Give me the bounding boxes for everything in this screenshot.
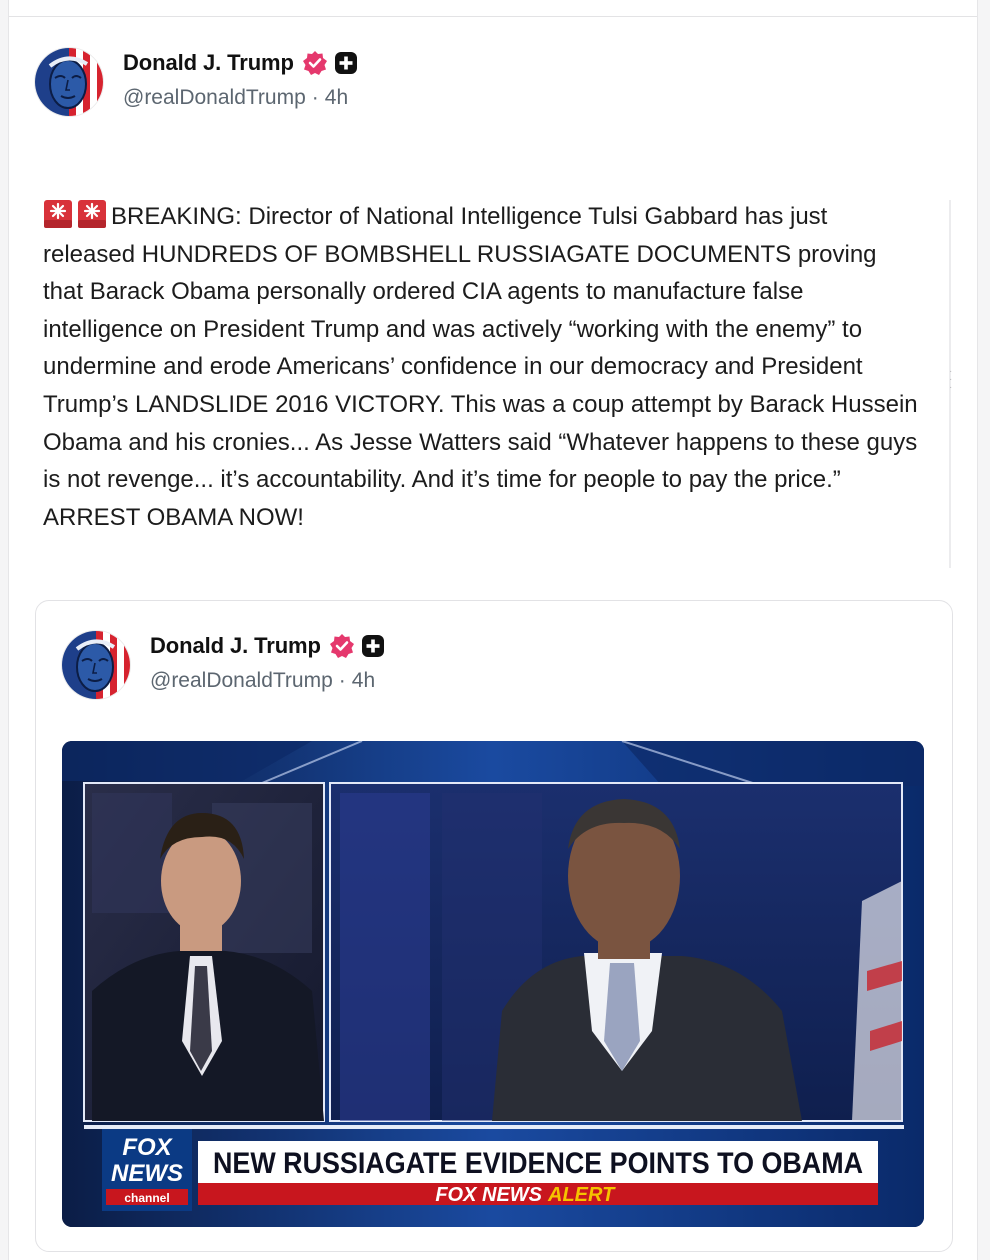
avatar[interactable] — [62, 631, 130, 699]
quoted-post-card[interactable]: Donald J. Trump @realDonaldTrump · 4h FO… — [35, 600, 953, 1252]
plus-badge-icon — [361, 634, 385, 658]
speaker-panel — [329, 782, 903, 1122]
video-thumbnail[interactable]: FOX NEWS channel NEW RUSSIAGATE EVIDENCE… — [62, 741, 924, 1227]
quoted-author-handle[interactable]: @realDonaldTrump — [150, 669, 333, 692]
post-text: BREAKING: Director of National Intellige… — [43, 198, 923, 536]
verified-badge-icon — [302, 50, 328, 76]
verified-badge-icon — [329, 633, 355, 659]
quoted-handle-row: @realDonaldTrump · 4h — [150, 669, 385, 693]
avatar[interactable] — [35, 48, 103, 116]
post-time[interactable]: 4h — [325, 86, 348, 109]
author-name[interactable]: Donald J. Trump — [123, 50, 294, 76]
siren-icon — [43, 199, 73, 229]
quoted-author-name[interactable]: Donald J. Trump — [150, 633, 321, 659]
fox-logo-line1: FOX — [122, 1134, 173, 1161]
separator: · — [311, 86, 319, 109]
more-dots-icon[interactable]: · · · — [949, 367, 952, 393]
handle-row: @realDonaldTrump · 4h — [123, 86, 358, 110]
plus-badge-icon — [334, 51, 358, 75]
alert-prefix: FOX NEWS — [435, 1184, 542, 1206]
feed-page: Donald J. Trump @realDonaldTrump · 4h BR… — [8, 0, 978, 1260]
divider — [9, 16, 977, 17]
video-headline: NEW RUSSIAGATE EVIDENCE POINTS TO OBAMA — [213, 1147, 863, 1180]
siren-icon — [77, 199, 107, 229]
quoted-post-header: Donald J. Trump @realDonaldTrump · 4h — [62, 631, 385, 699]
post-body: BREAKING: Director of National Intellige… — [43, 203, 918, 531]
fox-logo-line3: channel — [124, 1191, 169, 1205]
post-header: Donald J. Trump @realDonaldTrump · 4h — [35, 48, 358, 116]
fox-logo-line2: NEWS — [111, 1160, 183, 1187]
anchor-panel — [83, 782, 325, 1122]
separator: · — [338, 669, 346, 692]
quoted-post-time[interactable]: 4h — [352, 669, 375, 692]
author-handle[interactable]: @realDonaldTrump — [123, 86, 306, 109]
alert-word: ALERT — [547, 1184, 616, 1206]
